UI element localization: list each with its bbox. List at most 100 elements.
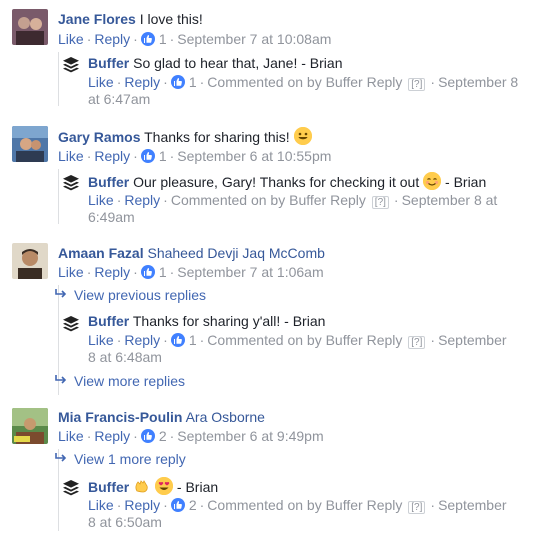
reply-link[interactable]: Reply — [94, 264, 130, 280]
timestamp-wrap[interactable]: 6:49am — [88, 209, 135, 226]
help-icon[interactable]: [?] — [371, 196, 389, 209]
view-more-label[interactable]: View more replies — [74, 373, 185, 389]
avatar-amaan-fazal[interactable] — [12, 243, 48, 279]
like-count[interactable]: 2 — [159, 428, 167, 444]
like-link[interactable]: Like — [88, 332, 114, 348]
reply-link[interactable]: Reply — [124, 192, 160, 208]
commented-on-by: Commented on by — [207, 74, 322, 90]
comment-actions: Like · Reply · 1 · September 6 at 10:55pm — [58, 148, 332, 164]
buffer-logo-icon[interactable] — [62, 174, 84, 196]
timestamp[interactable]: September — [438, 497, 506, 513]
clapping-hands-emoji-icon — [133, 477, 151, 495]
view-more-reply-link[interactable]: View 1 more reply — [54, 451, 186, 468]
help-icon[interactable]: [?] — [408, 336, 426, 349]
reply-arrow-icon — [54, 287, 74, 304]
reply-arrow-icon — [54, 451, 74, 468]
reply-link[interactable]: Reply — [124, 497, 160, 513]
reply-author[interactable]: Buffer — [88, 174, 129, 190]
thumbs-up-icon — [170, 498, 185, 512]
timestamp[interactable]: September 7 at 1:06am — [177, 264, 323, 280]
comment-author[interactable]: Gary Ramos — [58, 129, 140, 145]
thumbs-up-icon — [170, 333, 185, 347]
comment-author[interactable]: Amaan Fazal — [58, 245, 144, 261]
comment-text: I love this! — [139, 11, 203, 27]
reply-buffer-3: Buffer Thanks for sharing y'all! - Brian — [88, 313, 325, 330]
avatar-jane-flores[interactable] — [12, 9, 48, 45]
commented-by-page[interactable]: Buffer Reply — [289, 192, 366, 208]
comment-gary: Gary Ramos Thanks for sharing this! — [58, 127, 312, 146]
buffer-logo-icon[interactable] — [62, 479, 84, 501]
commented-by-page[interactable]: Buffer Reply — [326, 497, 403, 513]
reply-link[interactable]: Reply — [124, 74, 160, 90]
reply-link[interactable]: Reply — [94, 428, 130, 444]
like-link[interactable]: Like — [58, 31, 84, 47]
reply-arrow-icon — [54, 373, 74, 390]
like-link[interactable]: Like — [88, 74, 114, 90]
like-link[interactable]: Like — [88, 192, 114, 208]
commented-on-by: Commented on by — [207, 497, 322, 513]
like-count[interactable]: 2 — [189, 497, 197, 513]
view-more-replies-link[interactable]: View more replies — [54, 373, 185, 390]
thumbs-up-icon — [170, 75, 185, 89]
like-link[interactable]: Like — [58, 264, 84, 280]
smile-emoji-icon — [293, 127, 312, 145]
like-count[interactable]: 1 — [189, 74, 197, 90]
reply-thread-rule — [58, 52, 59, 106]
avatar-mia-francis-poulin[interactable] — [12, 408, 48, 444]
thumbs-up-icon — [140, 32, 155, 46]
buffer-logo-icon[interactable] — [62, 56, 84, 78]
comment-jane: Jane Flores I love this! — [58, 11, 203, 28]
reply-author[interactable]: Buffer — [88, 55, 129, 71]
comment-mia: Mia Francis-Poulin Ara Osborne — [58, 409, 265, 426]
timestamp[interactable]: September 6 at 9:49pm — [177, 428, 323, 444]
reply-actions: Like · Reply · 1 · Commented on by Buffer Repl… — [88, 74, 519, 91]
like-count[interactable]: 1 — [159, 264, 167, 280]
reply-actions: Like · Reply · Commented on by Buffer Reply … — [88, 192, 498, 209]
buffer-logo-icon[interactable] — [62, 315, 84, 337]
like-count[interactable]: 1 — [159, 148, 167, 164]
reply-text: Thanks for sharing y'all! - Brian — [132, 313, 326, 329]
help-icon[interactable]: [?] — [408, 78, 426, 91]
reply-author[interactable]: Buffer — [88, 479, 129, 495]
timestamp-wrap[interactable]: 8 at 6:50am — [88, 514, 162, 531]
commented-on-by: Commented on by — [207, 332, 322, 348]
comment-actions: Like · Reply · 1 · September 7 at 10:08am — [58, 31, 332, 47]
commented-on-by: Commented on by — [170, 192, 286, 208]
reply-buffer-4: Buffer - Brian — [88, 477, 218, 496]
view-previous-label[interactable]: View previous replies — [74, 287, 206, 303]
commented-by-page[interactable]: Buffer Reply — [326, 74, 403, 90]
reply-link[interactable]: Reply — [94, 31, 130, 47]
reply-author[interactable]: Buffer — [88, 313, 129, 329]
commented-by-page[interactable]: Buffer Reply — [326, 332, 403, 348]
thumbs-up-icon — [140, 429, 155, 443]
like-count[interactable]: 1 — [159, 31, 167, 47]
timestamp[interactable]: September 7 at 10:08am — [177, 31, 331, 47]
comment-actions: Like · Reply · 1 · September 7 at 1:06am — [58, 264, 324, 280]
like-count[interactable]: 1 — [189, 332, 197, 348]
timestamp[interactable]: September 6 at 10:55pm — [177, 148, 331, 164]
like-link[interactable]: Like — [58, 428, 84, 444]
view-more-label[interactable]: View 1 more reply — [74, 451, 186, 467]
help-icon[interactable]: [?] — [408, 501, 426, 514]
reply-link[interactable]: Reply — [124, 332, 160, 348]
like-link[interactable]: Like — [88, 497, 114, 513]
comment-text: Thanks for sharing this! — [144, 129, 290, 145]
reply-link[interactable]: Reply — [94, 148, 130, 164]
reply-buffer-2: Buffer Our pleasure, Gary! Thanks for ch… — [88, 172, 486, 191]
comment-author[interactable]: Mia Francis-Poulin — [58, 409, 182, 425]
reply-text: - Brian — [176, 479, 219, 495]
avatar-gary-ramos[interactable] — [12, 126, 48, 162]
timestamp[interactable]: September — [438, 332, 506, 348]
tagged-users[interactable]: Ara Osborne — [186, 409, 265, 425]
tagged-users[interactable]: Shaheed Devji Jaq McComb — [147, 245, 324, 261]
reply-text: So glad to hear that, Jane! - Brian — [133, 55, 343, 71]
timestamp[interactable]: September 8 at — [402, 192, 498, 208]
timestamp-wrap[interactable]: at 6:47am — [88, 91, 150, 108]
timestamp-wrap[interactable]: 8 at 6:48am — [88, 349, 162, 366]
view-previous-replies-link[interactable]: View previous replies — [54, 287, 206, 304]
timestamp[interactable]: September 8 — [438, 74, 518, 90]
like-link[interactable]: Like — [58, 148, 84, 164]
comment-author[interactable]: Jane Flores — [58, 11, 136, 27]
thumbs-up-icon — [140, 149, 155, 163]
reply-text: Our pleasure, Gary! Thanks for checking … — [133, 174, 420, 190]
